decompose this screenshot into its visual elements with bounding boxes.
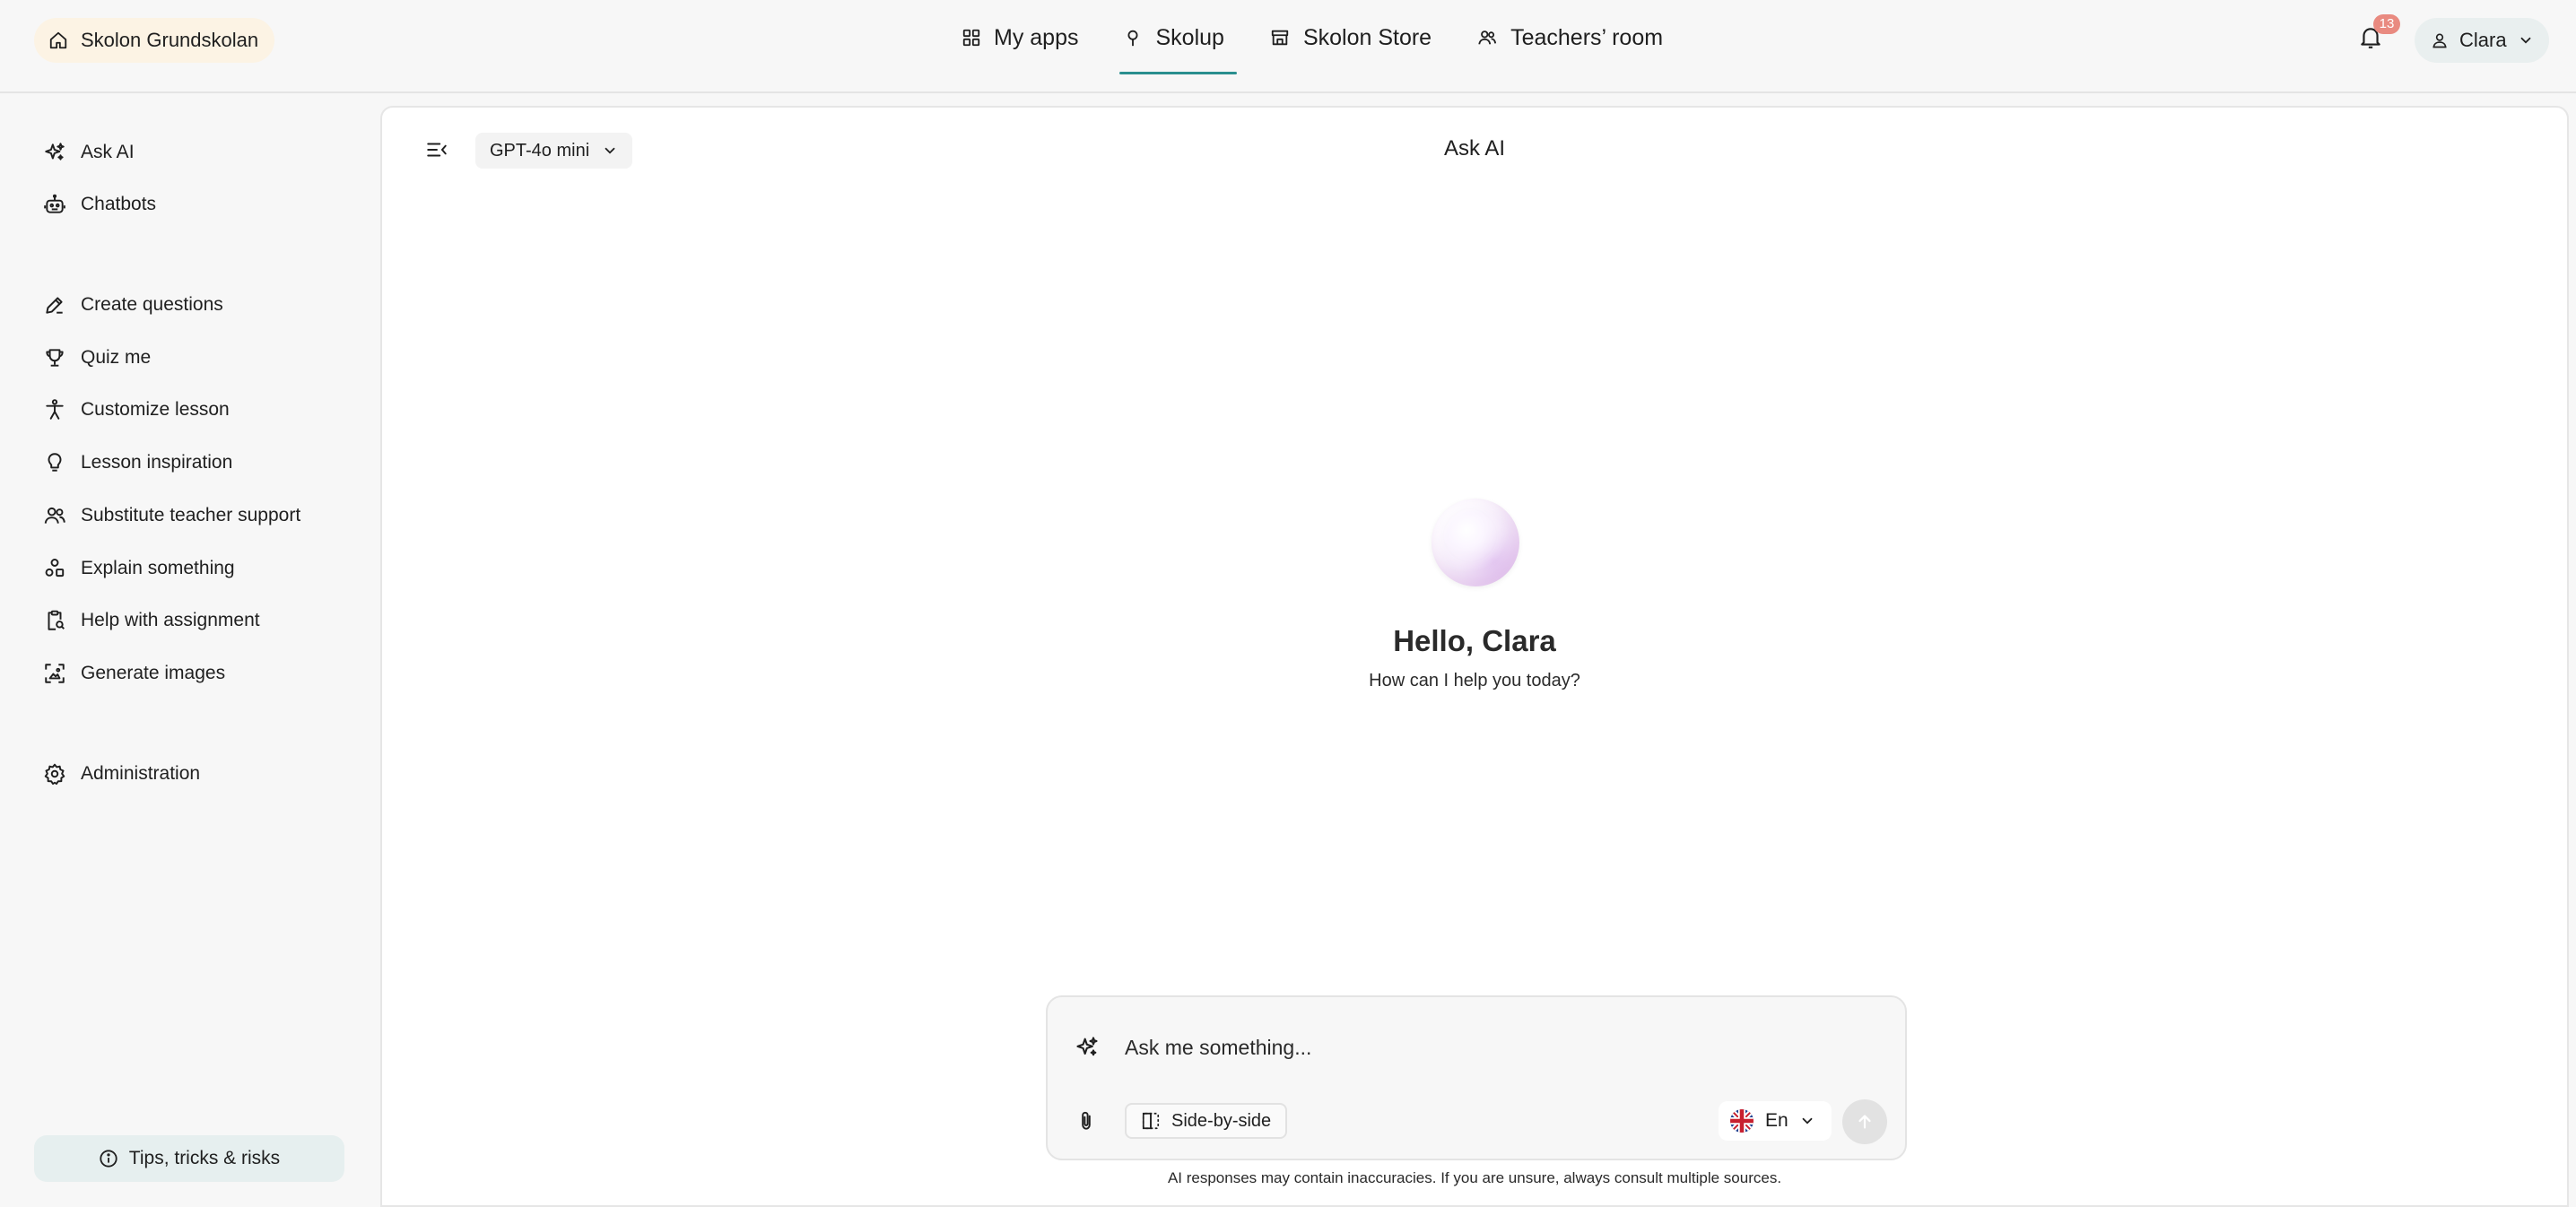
language-code: En [1765, 1110, 1788, 1131]
attach-button[interactable] [1075, 1108, 1100, 1133]
school-switcher[interactable]: Skolon Grundskolan [34, 18, 275, 63]
language-selector[interactable]: En [1719, 1101, 1832, 1141]
arrow-up-icon [1855, 1112, 1875, 1132]
info-icon [99, 1149, 118, 1168]
sidebar-item-substitute-teacher-support[interactable]: Substitute teacher support [43, 498, 300, 534]
sidebar-item-label: Quiz me [81, 347, 152, 368]
nav-label: Skolup [1155, 24, 1224, 50]
nav-label: Skolon Store [1302, 24, 1432, 50]
tips-label: Tips, tricks & risks [128, 1148, 281, 1168]
sidebar-item-explain-something[interactable]: Explain something [43, 551, 235, 586]
gear-icon [43, 762, 66, 786]
user-name: Clara [2459, 29, 2507, 51]
sidebar-item-label: Customize lesson [81, 399, 230, 420]
sidebar-item-label: Generate images [81, 663, 226, 683]
send-button[interactable] [1842, 1099, 1887, 1144]
main-nav: My apps Skolup Skolon Store Teachers’ ro… [960, 0, 1665, 93]
side-by-side-label: Side-by-side [1171, 1110, 1272, 1131]
sparkle-icon [43, 141, 66, 164]
sparkle-icon [1075, 1035, 1100, 1060]
page-title: Ask AI [1443, 136, 1506, 161]
nav-teachers-room[interactable]: Teachers’ room [1475, 0, 1665, 75]
sidebar-item-generate-images[interactable]: Generate images [43, 656, 225, 691]
image-frame-icon [43, 662, 66, 685]
nav-skolon-store[interactable]: Skolon Store [1267, 0, 1433, 75]
nav-label: Teachers’ room [1510, 24, 1664, 50]
chevron-down-icon [2518, 32, 2534, 48]
grid-icon [962, 28, 981, 48]
school-name: Skolon Grundskolan [81, 29, 259, 51]
sidebar-item-lesson-inspiration[interactable]: Lesson inspiration [43, 445, 232, 481]
paperclip-icon [1082, 1111, 1091, 1130]
chat-panel: GPT-4o mini Ask AI Hello, Clara How can … [380, 106, 2569, 1207]
greeting-subtitle: How can I help you today? [1369, 671, 1580, 690]
map-pin-icon [1123, 28, 1143, 48]
lightbulb-icon [43, 451, 66, 474]
nav-my-apps[interactable]: My apps [960, 0, 1080, 75]
trophy-icon [43, 346, 66, 369]
chat-input[interactable] [1125, 1028, 1860, 1067]
sidebar-item-administration[interactable]: Administration [43, 756, 200, 792]
chevron-down-icon [1799, 1113, 1815, 1129]
user-icon [2431, 31, 2449, 49]
split-view-icon [1141, 1111, 1161, 1131]
store-icon [1269, 28, 1291, 48]
uk-flag-icon [1729, 1108, 1754, 1133]
greeting: Hello, Clara [1393, 624, 1556, 657]
nav-skolup[interactable]: Skolup [1119, 0, 1238, 75]
people-icon [1476, 28, 1498, 48]
sidebar-item-label: Administration [81, 763, 201, 784]
sidebar-item-create-questions[interactable]: Create questions [43, 287, 223, 323]
pen-icon [43, 293, 66, 317]
chat-composer: Side-by-side En [1046, 995, 1907, 1160]
clipboard-search-icon [43, 609, 66, 632]
side-by-side-button[interactable]: Side-by-side [1125, 1103, 1288, 1139]
sidebar-item-label: Explain something [81, 558, 235, 578]
nav-label: My apps [994, 24, 1079, 50]
tips-tricks-risks-button[interactable]: Tips, tricks & risks [34, 1135, 344, 1182]
accessibility-icon [43, 398, 66, 421]
user-menu[interactable]: Clara [2415, 18, 2549, 63]
robot-icon [43, 193, 66, 216]
sidebar-item-help-with-assignment[interactable]: Help with assignment [43, 603, 260, 638]
sidebar-item-chatbots[interactable]: Chatbots [43, 187, 156, 222]
sidebar-item-label: Help with assignment [81, 610, 260, 630]
sidebar-item-label: Lesson inspiration [81, 452, 233, 473]
sidebar-item-label: Ask AI [81, 142, 135, 162]
home-icon [48, 30, 68, 50]
people-icon [43, 504, 66, 527]
notification-badge: 13 [2373, 14, 2400, 34]
sidebar-item-ask-ai[interactable]: Ask AI [43, 135, 135, 170]
shapes-icon [43, 557, 66, 580]
sidebar-item-quiz-me[interactable]: Quiz me [43, 340, 151, 376]
sidebar-item-customize-lesson[interactable]: Customize lesson [43, 392, 230, 428]
ai-disclaimer: AI responses may contain inaccuracies. I… [1167, 1169, 1782, 1186]
sidebar: Ask AI Chatbots Create questions Quiz me… [0, 95, 380, 1207]
ai-orb-avatar [1432, 499, 1519, 586]
sidebar-item-label: Chatbots [81, 194, 157, 214]
sidebar-item-label: Create questions [81, 294, 223, 315]
top-bar: Skolon Grundskolan My apps Skolup Skolon… [0, 0, 2576, 93]
sidebar-item-label: Substitute teacher support [81, 505, 301, 525]
